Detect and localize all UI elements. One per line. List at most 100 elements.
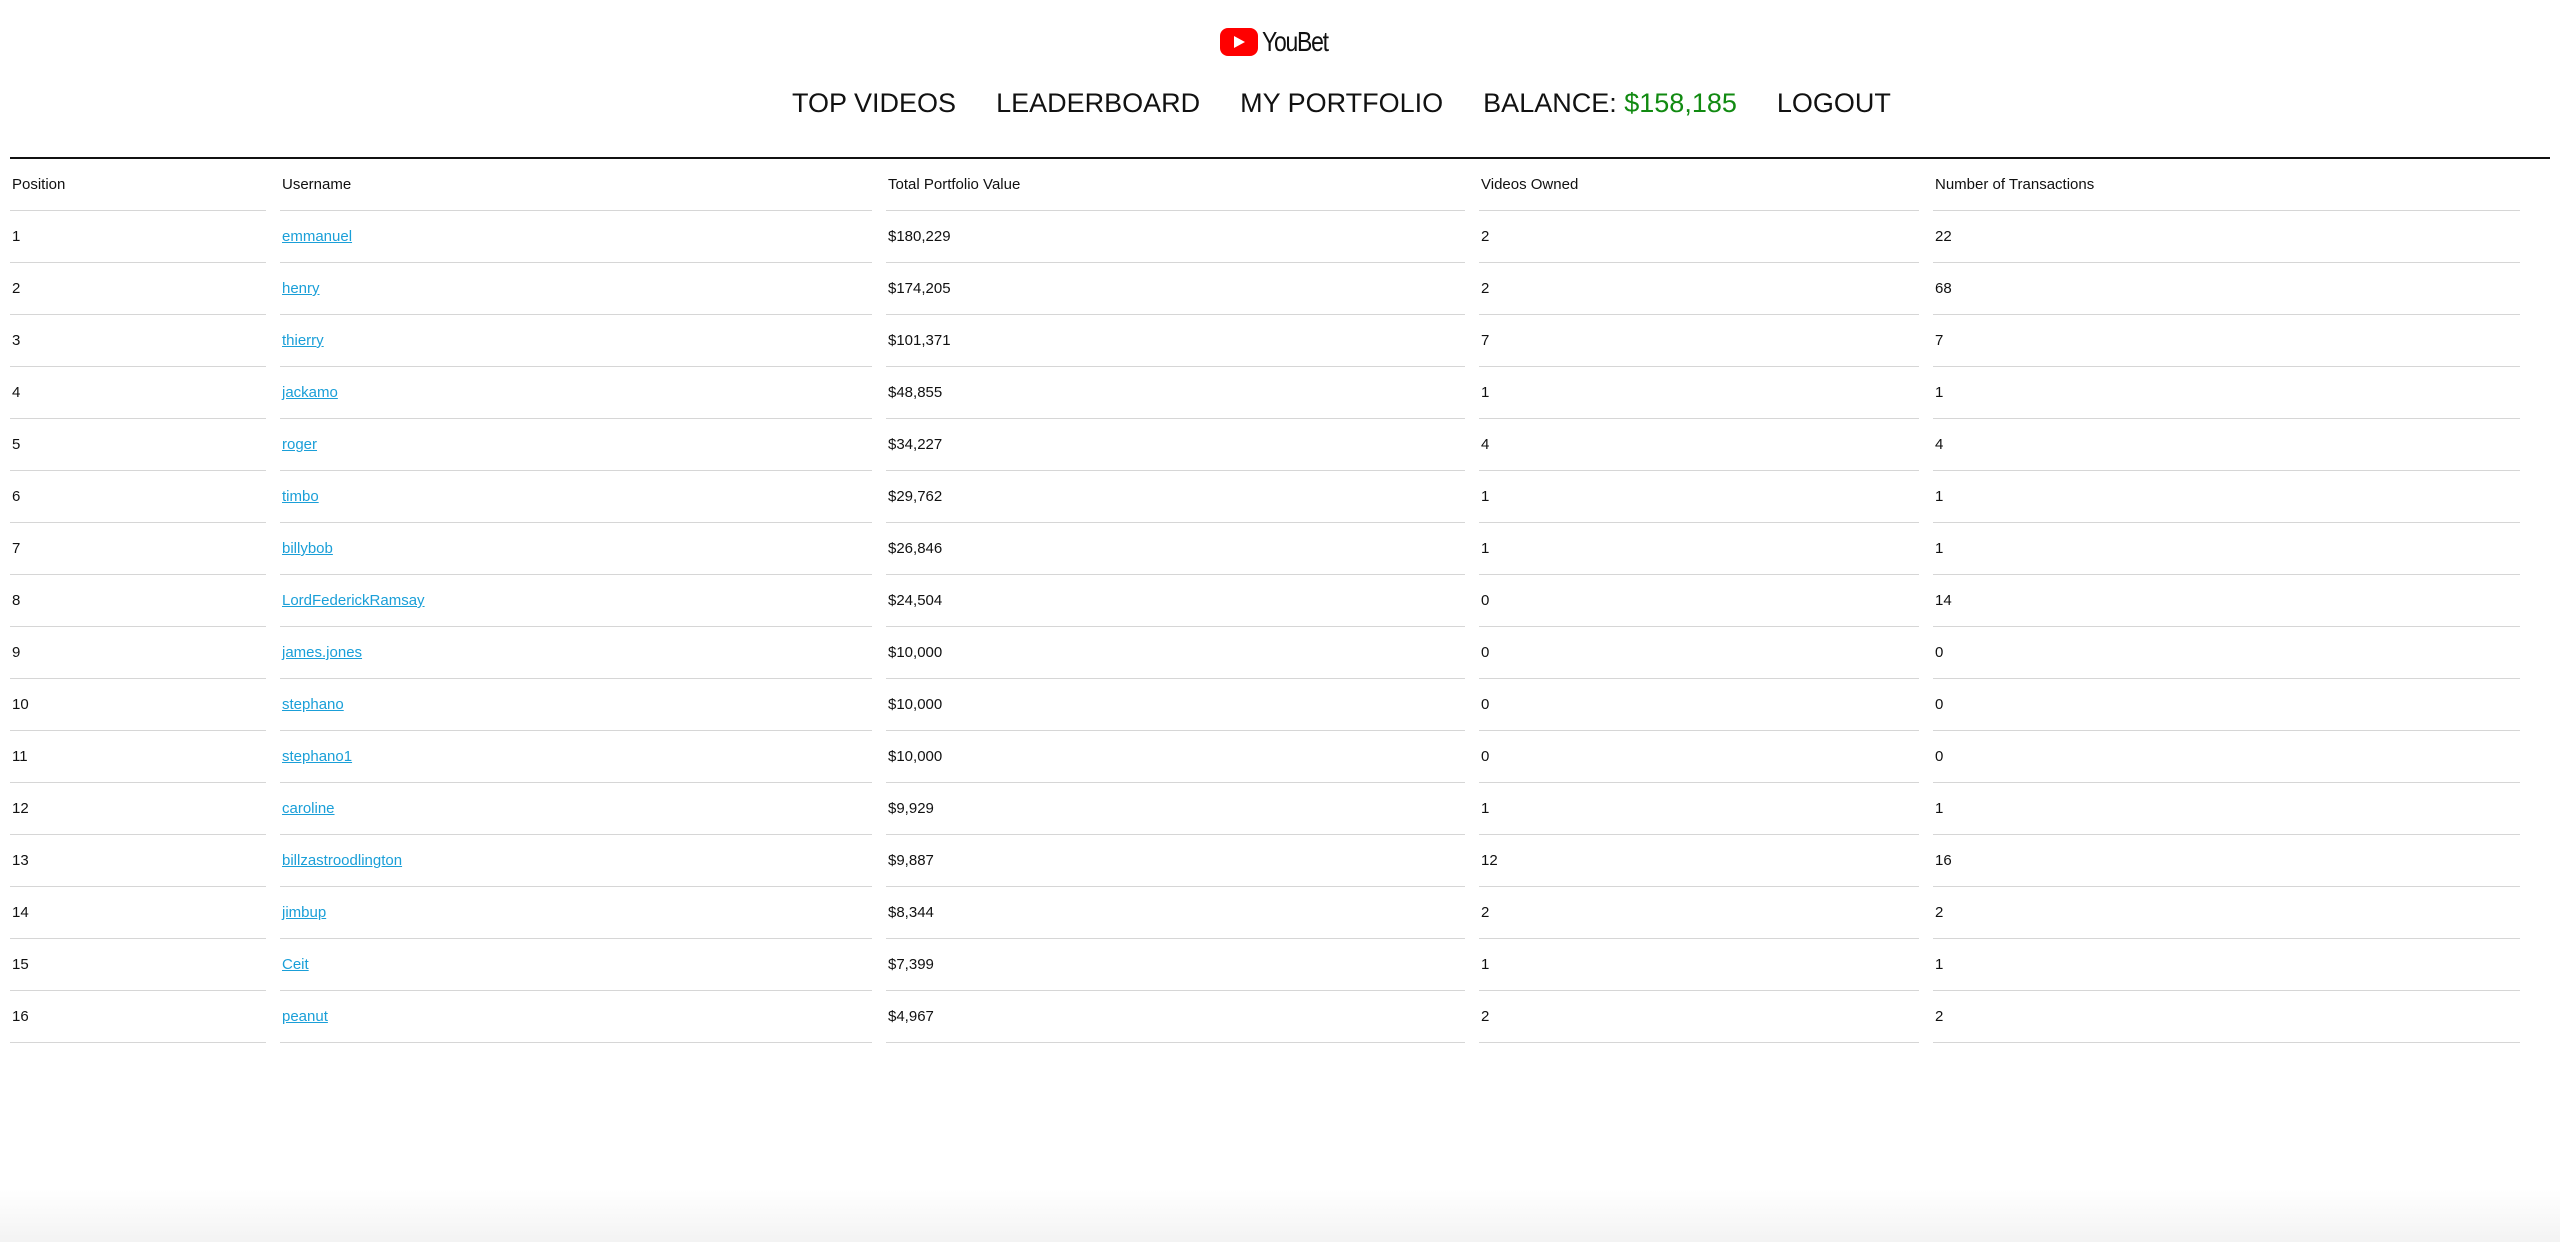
position-cell: 16 bbox=[10, 991, 266, 1043]
transactions-cell: 4 bbox=[1933, 419, 2520, 471]
balance-label: BALANCE: bbox=[1483, 88, 1617, 118]
portfolio-value-cell: $34,227 bbox=[886, 419, 1465, 471]
username-link[interactable]: caroline bbox=[282, 800, 335, 817]
portfolio-value-cell: $24,504 bbox=[886, 575, 1465, 627]
username-link[interactable]: james.jones bbox=[282, 644, 362, 661]
username-cell: thierry bbox=[280, 315, 872, 367]
position-cell: 14 bbox=[10, 887, 266, 939]
leaderboard-table: Position Username Total Portfolio Value … bbox=[0, 159, 2534, 1043]
username-link[interactable]: peanut bbox=[282, 1008, 328, 1025]
table-row: 12 caroline $9,929 1 1 bbox=[10, 783, 2520, 835]
username-cell: james.jones bbox=[280, 627, 872, 679]
username-link[interactable]: emmanuel bbox=[282, 228, 352, 245]
youtube-play-icon bbox=[1220, 28, 1258, 56]
videos-owned-cell: 1 bbox=[1479, 367, 1919, 419]
table-row: 6 timbo $29,762 1 1 bbox=[10, 471, 2520, 523]
videos-owned-cell: 0 bbox=[1479, 575, 1919, 627]
table-header-row: Position Username Total Portfolio Value … bbox=[10, 159, 2520, 211]
position-cell: 5 bbox=[10, 419, 266, 471]
username-link[interactable]: stephano1 bbox=[282, 748, 352, 765]
username-cell: stephano bbox=[280, 679, 872, 731]
videos-owned-cell: 1 bbox=[1479, 523, 1919, 575]
table-row: 4 jackamo $48,855 1 1 bbox=[10, 367, 2520, 419]
portfolio-value-cell: $48,855 bbox=[886, 367, 1465, 419]
portfolio-value-cell: $4,967 bbox=[886, 991, 1465, 1043]
position-cell: 12 bbox=[10, 783, 266, 835]
username-link[interactable]: LordFederickRamsay bbox=[282, 592, 425, 609]
table-row: 3 thierry $101,371 7 7 bbox=[10, 315, 2520, 367]
table-row: 9 james.jones $10,000 0 0 bbox=[10, 627, 2520, 679]
username-link[interactable]: thierry bbox=[282, 332, 324, 349]
videos-owned-cell: 7 bbox=[1479, 315, 1919, 367]
transactions-cell: 1 bbox=[1933, 523, 2520, 575]
username-link[interactable]: jackamo bbox=[282, 384, 338, 401]
transactions-cell: 1 bbox=[1933, 367, 2520, 419]
table-body: 1 emmanuel $180,229 2 22 2 henry $174,205 2 68 3th… bbox=[10, 211, 2520, 1043]
videos-owned-cell: 4 bbox=[1479, 419, 1919, 471]
username-link[interactable]: billzastroodlington bbox=[282, 852, 402, 869]
username-cell: jackamo bbox=[280, 367, 872, 419]
table-row: 8 LordFederickRamsay $24,504 0 14 bbox=[10, 575, 2520, 627]
column-header-position: Position bbox=[10, 159, 266, 211]
portfolio-value-cell: $9,929 bbox=[886, 783, 1465, 835]
videos-owned-cell: 0 bbox=[1479, 731, 1919, 783]
videos-owned-cell: 12 bbox=[1479, 835, 1919, 887]
transactions-cell: 1 bbox=[1933, 939, 2520, 991]
username-cell: stephano1 bbox=[280, 731, 872, 783]
transactions-cell: 1 bbox=[1933, 471, 2520, 523]
nav-my-portfolio[interactable]: MY PORTFOLIO bbox=[1240, 88, 1443, 119]
videos-owned-cell: 2 bbox=[1479, 263, 1919, 315]
username-link[interactable]: jimbup bbox=[282, 904, 326, 921]
username-link[interactable]: roger bbox=[282, 436, 317, 453]
username-cell: billzastroodlington bbox=[280, 835, 872, 887]
username-cell: jimbup bbox=[280, 887, 872, 939]
portfolio-value-cell: $26,846 bbox=[886, 523, 1465, 575]
username-link[interactable]: stephano bbox=[282, 696, 344, 713]
column-header-videos-owned: Videos Owned bbox=[1479, 159, 1919, 211]
videos-owned-cell: 0 bbox=[1479, 679, 1919, 731]
transactions-cell: 14 bbox=[1933, 575, 2520, 627]
table-row: 11 stephano1 $10,000 0 0 bbox=[10, 731, 2520, 783]
position-cell: 2 bbox=[10, 263, 266, 315]
username-cell: LordFederickRamsay bbox=[280, 575, 872, 627]
transactions-cell: 16 bbox=[1933, 835, 2520, 887]
videos-owned-cell: 1 bbox=[1479, 783, 1919, 835]
transactions-cell: 0 bbox=[1933, 627, 2520, 679]
position-cell: 7 bbox=[10, 523, 266, 575]
transactions-cell: 2 bbox=[1933, 887, 2520, 939]
username-link[interactable]: Ceit bbox=[282, 956, 309, 973]
position-cell: 8 bbox=[10, 575, 266, 627]
nav-top-videos[interactable]: TOP VIDEOS bbox=[792, 88, 956, 119]
username-cell: timbo bbox=[280, 471, 872, 523]
youbet-logo[interactable]: YouBet bbox=[1220, 26, 1342, 58]
portfolio-value-cell: $180,229 bbox=[886, 211, 1465, 263]
videos-owned-cell: 2 bbox=[1479, 887, 1919, 939]
transactions-cell: 2 bbox=[1933, 991, 2520, 1043]
username-link[interactable]: billybob bbox=[282, 540, 333, 557]
table-row: 10 stephano $10,000 0 0 bbox=[10, 679, 2520, 731]
column-header-transactions: Number of Transactions bbox=[1933, 159, 2520, 211]
transactions-cell: 0 bbox=[1933, 731, 2520, 783]
position-cell: 6 bbox=[10, 471, 266, 523]
table-row: 16 peanut $4,967 2 2 bbox=[10, 991, 2520, 1043]
portfolio-value-cell: $10,000 bbox=[886, 731, 1465, 783]
portfolio-value-cell: $9,887 bbox=[886, 835, 1465, 887]
transactions-cell: 1 bbox=[1933, 783, 2520, 835]
username-link[interactable]: henry bbox=[282, 280, 320, 297]
username-cell: peanut bbox=[280, 991, 872, 1043]
username-cell: billybob bbox=[280, 523, 872, 575]
position-cell: 13 bbox=[10, 835, 266, 887]
username-link[interactable]: timbo bbox=[282, 488, 319, 505]
table-row: 5 roger $34,227 4 4 bbox=[10, 419, 2520, 471]
portfolio-value-cell: $10,000 bbox=[886, 679, 1465, 731]
table-row: 1 emmanuel $180,229 2 22 bbox=[10, 211, 2520, 263]
balance-display: BALANCE: $158,185 bbox=[1483, 88, 1737, 119]
transactions-cell: 7 bbox=[1933, 315, 2520, 367]
portfolio-value-cell: $29,762 bbox=[886, 471, 1465, 523]
position-cell: 1 bbox=[10, 211, 266, 263]
table-row: 2 henry $174,205 2 68 bbox=[10, 263, 2520, 315]
portfolio-value-cell: $8,344 bbox=[886, 887, 1465, 939]
nav-logout[interactable]: LOGOUT bbox=[1777, 88, 1891, 119]
username-cell: Ceit bbox=[280, 939, 872, 991]
nav-leaderboard[interactable]: LEADERBOARD bbox=[996, 88, 1200, 119]
